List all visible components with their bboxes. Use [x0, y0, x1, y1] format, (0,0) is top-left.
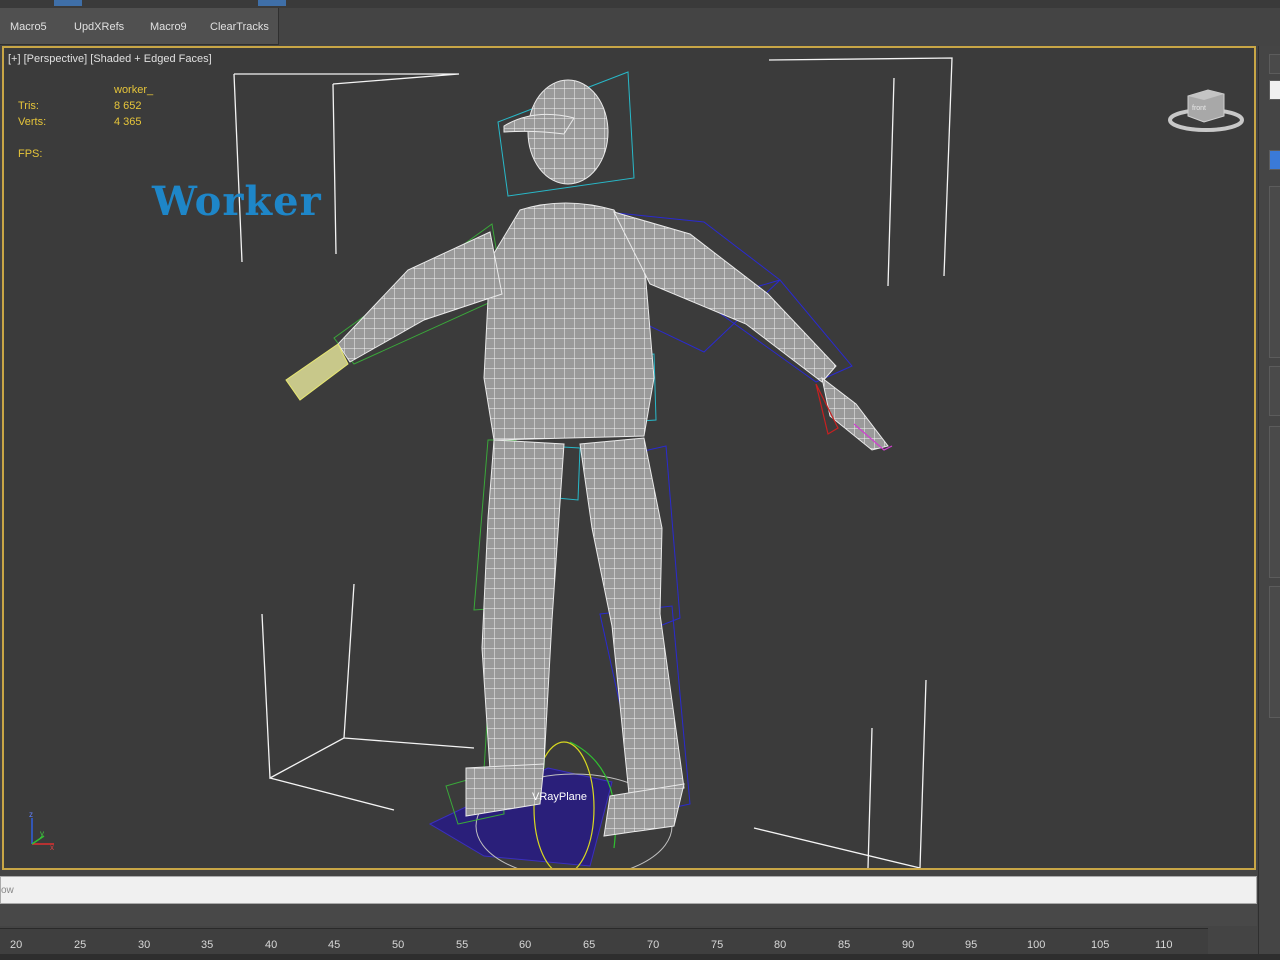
character-mesh	[285, 79, 889, 837]
tick-label: 35	[201, 939, 214, 951]
tick-label: 55	[456, 939, 469, 951]
rollout-modifiers	[1269, 426, 1280, 578]
tick-label: 95	[965, 939, 978, 951]
command-panel	[1258, 46, 1280, 960]
maxscript-listener[interactable]	[0, 876, 1257, 904]
tick-label: 110	[1155, 939, 1173, 951]
updxrefs-button[interactable]: UpdXRefs	[70, 18, 128, 36]
maxscript-input[interactable]	[1, 877, 1256, 903]
rollout-extra	[1269, 586, 1280, 718]
tick-label: 30	[138, 939, 151, 951]
tick-label: 65	[583, 939, 596, 951]
perspective-viewport[interactable]: [+] [Perspective] [Shaded + Edged Faces]…	[2, 46, 1256, 870]
tick-label: 50	[392, 939, 405, 951]
overlay-title: Worker	[152, 178, 322, 225]
tick-label: 80	[774, 939, 787, 951]
tick-label: 100	[1027, 939, 1046, 951]
tick-label: 25	[74, 939, 87, 951]
tick-label: 105	[1091, 939, 1110, 951]
axis-tripod-icon: z y x	[29, 810, 54, 850]
trackbar[interactable]: 20 25 30 35 40 45 50 55 60 65 70 75 80 8…	[0, 928, 1208, 955]
tick-label: 85	[838, 939, 851, 951]
svg-text:x: x	[50, 843, 54, 850]
timeline-slider-track[interactable]	[0, 904, 1257, 926]
macro9-button[interactable]: Macro9	[146, 18, 191, 36]
tick-label: 70	[647, 939, 660, 951]
tick-label: 60	[519, 939, 532, 951]
tick-label: 45	[328, 939, 341, 951]
active-tab-indicator-2	[258, 0, 286, 6]
svg-text:z: z	[29, 810, 33, 819]
rollout-section	[1269, 366, 1280, 416]
svg-text:y: y	[40, 829, 44, 838]
object-name-field[interactable]	[1269, 80, 1280, 100]
rollout-parameters	[1269, 186, 1280, 358]
color-swatch[interactable]	[1269, 150, 1280, 170]
panel-tab-create[interactable]	[1269, 54, 1280, 74]
tick-label: 75	[711, 939, 724, 951]
viewcube-icon[interactable]: front	[1164, 84, 1248, 136]
vray-plane-label: VRayPlane	[532, 791, 587, 803]
scene-canvas[interactable]: VRayPlane	[4, 48, 1254, 868]
tick-label: 90	[902, 939, 915, 951]
macro5-button[interactable]: Macro5	[6, 18, 51, 36]
tick-label: 40	[265, 939, 278, 951]
tick-label: 20	[10, 939, 23, 951]
macro-toolbar: Macro5 UpdXRefs Macro9 ClearTracks	[0, 8, 279, 45]
status-bar	[0, 954, 1280, 960]
cleartracks-button[interactable]: ClearTracks	[206, 18, 273, 36]
viewcube-face-label: front	[1192, 105, 1206, 112]
active-tab-indicator	[54, 0, 82, 6]
toolbar-empty-area	[279, 8, 1280, 44]
